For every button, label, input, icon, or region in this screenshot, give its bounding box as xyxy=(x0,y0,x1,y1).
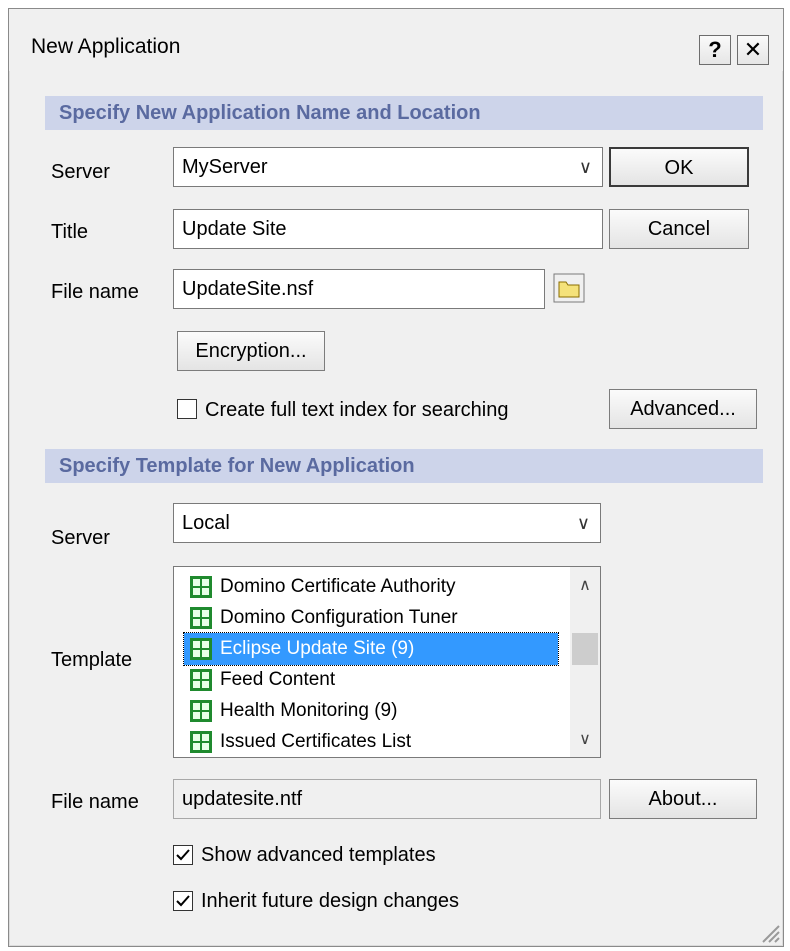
close-icon: ✕ xyxy=(743,37,763,62)
template-list-item[interactable]: Domino Certificate Authority xyxy=(184,571,558,603)
full-text-index-checkbox[interactable] xyxy=(177,399,197,419)
notes-template-icon xyxy=(190,700,212,722)
encryption-button[interactable]: Encryption... xyxy=(177,331,325,371)
template-list-item[interactable]: Health Monitoring (9) xyxy=(184,695,558,727)
show-advanced-templates-checkbox[interactable] xyxy=(173,845,193,865)
server-dropdown[interactable]: MyServer ∨ xyxy=(173,147,603,187)
cancel-button[interactable]: Cancel xyxy=(609,209,749,249)
template-scrollbar[interactable]: ∧ ∨ xyxy=(570,567,600,757)
template-server-label: Server xyxy=(51,527,110,549)
template-list-item[interactable]: Issued Certificates List xyxy=(184,726,558,757)
full-text-index-label: Create full text index for searching xyxy=(205,399,509,421)
ok-button[interactable]: OK xyxy=(609,147,749,187)
browse-folder-button[interactable] xyxy=(553,273,585,303)
file-name-input[interactable]: UpdateSite.nsf xyxy=(173,269,545,309)
template-file-name-label: File name xyxy=(51,791,139,813)
template-server-dropdown[interactable]: Local ∨ xyxy=(173,503,601,543)
template-list-item-label: Domino Configuration Tuner xyxy=(220,607,458,628)
section-template-header: Specify Template for New Application xyxy=(45,449,763,483)
new-application-dialog: New Application ? ✕ Specify New Applicat… xyxy=(8,8,784,947)
notes-template-icon xyxy=(190,607,212,629)
section-name-location-header: Specify New Application Name and Locatio… xyxy=(45,96,763,130)
file-name-label: File name xyxy=(51,281,139,303)
scrollbar-thumb[interactable] xyxy=(572,633,598,665)
scroll-up-icon[interactable]: ∧ xyxy=(570,575,600,595)
template-server-value: Local xyxy=(182,512,230,534)
template-list-item[interactable]: Eclipse Update Site (9) xyxy=(183,632,559,666)
template-list-item-label: Issued Certificates List xyxy=(220,731,412,752)
template-list-item-label: Feed Content xyxy=(220,669,336,690)
show-advanced-templates-label: Show advanced templates xyxy=(201,844,436,866)
dialog-title: New Application xyxy=(31,35,181,58)
checkmark-icon xyxy=(176,849,190,861)
title-bar: New Application ? ✕ xyxy=(9,9,783,71)
close-button[interactable]: ✕ xyxy=(737,35,769,65)
template-listbox[interactable]: Domino Certificate Authority Domino Confi… xyxy=(173,566,601,758)
chevron-down-icon: ∨ xyxy=(578,157,592,177)
template-list-item[interactable]: Feed Content xyxy=(184,664,558,696)
resize-grip-icon[interactable] xyxy=(759,922,781,944)
template-label: Template xyxy=(51,649,133,671)
notes-template-icon xyxy=(190,669,212,691)
about-button[interactable]: About... xyxy=(609,779,757,819)
template-list-item-label: Health Monitoring (9) xyxy=(220,700,398,721)
help-button[interactable]: ? xyxy=(699,35,731,65)
server-label: Server xyxy=(51,161,110,183)
help-icon: ? xyxy=(708,37,722,62)
template-list-item[interactable]: Domino Configuration Tuner xyxy=(184,602,558,634)
advanced-button[interactable]: Advanced... xyxy=(609,389,757,429)
scroll-down-icon[interactable]: ∨ xyxy=(570,729,600,749)
server-value: MyServer xyxy=(182,156,268,178)
template-list-item-label: Eclipse Update Site (9) xyxy=(220,638,415,659)
template-file-name-field: updatesite.ntf xyxy=(173,779,601,819)
notes-template-icon xyxy=(190,731,212,753)
title-label: Title xyxy=(51,221,89,243)
template-list-item-label: Domino Certificate Authority xyxy=(220,576,456,597)
folder-icon xyxy=(553,273,585,303)
title-input[interactable]: Update Site xyxy=(173,209,603,249)
inherit-design-label: Inherit future design changes xyxy=(201,890,459,912)
notes-template-icon xyxy=(190,638,212,660)
notes-template-icon xyxy=(190,576,212,598)
inherit-design-checkbox[interactable] xyxy=(173,891,193,911)
chevron-down-icon: ∨ xyxy=(576,513,590,533)
checkmark-icon xyxy=(176,895,190,907)
